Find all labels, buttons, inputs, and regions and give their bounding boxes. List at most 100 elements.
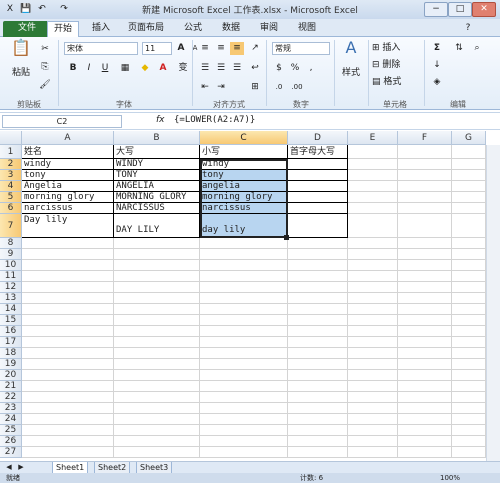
cell-e17[interactable]	[348, 337, 398, 348]
cell-c2[interactable]: windy	[200, 159, 288, 170]
tab-review[interactable]: 审阅	[254, 21, 284, 37]
cell-f22[interactable]	[398, 392, 452, 403]
cell-c21[interactable]	[200, 381, 288, 392]
cell-d1[interactable]: 首字母大写	[288, 145, 348, 159]
cell-b6[interactable]: NARCISSUS	[114, 203, 200, 214]
cell-f24[interactable]	[398, 414, 452, 425]
cell-d24[interactable]	[288, 414, 348, 425]
cell-b18[interactable]	[114, 348, 200, 359]
cell-f23[interactable]	[398, 403, 452, 414]
cell-d12[interactable]	[288, 282, 348, 293]
cell-e8[interactable]	[348, 238, 398, 249]
cell-c5[interactable]: morning glory	[200, 192, 288, 203]
cell-e2[interactable]	[348, 159, 398, 170]
cell-b5[interactable]: MORNING GLORY	[114, 192, 200, 203]
cell-a17[interactable]	[22, 337, 114, 348]
cell-a24[interactable]	[22, 414, 114, 425]
row-header-24[interactable]: 24	[0, 414, 22, 425]
styles-button[interactable]: 样式	[336, 67, 366, 80]
merge-center-icon[interactable]: ⊞	[248, 81, 262, 94]
row-header-10[interactable]: 10	[0, 260, 22, 271]
row-header-18[interactable]: 18	[0, 348, 22, 359]
cell-e27[interactable]	[348, 447, 398, 458]
wrap-text-icon[interactable]: ↩	[248, 62, 262, 75]
align-middle-icon[interactable]: ≡	[214, 42, 228, 55]
col-header-d[interactable]: D	[288, 131, 348, 145]
font-name-select[interactable]: 宋体	[64, 42, 138, 55]
tab-formulas[interactable]: 公式	[178, 21, 208, 37]
cell-b11[interactable]	[114, 271, 200, 282]
cell-c22[interactable]	[200, 392, 288, 403]
minimize-button[interactable]: −	[424, 2, 448, 17]
row-header-22[interactable]: 22	[0, 392, 22, 403]
increase-decimal-icon[interactable]: .0	[272, 81, 286, 94]
vertical-scrollbar[interactable]	[486, 145, 500, 461]
cell-c7[interactable]: day lily	[200, 214, 288, 238]
cut-icon[interactable]: ✂	[38, 43, 52, 56]
cell-a21[interactable]	[22, 381, 114, 392]
percent-button[interactable]: %	[288, 62, 302, 75]
cell-f4[interactable]	[398, 181, 452, 192]
cell-e6[interactable]	[348, 203, 398, 214]
cell-g12[interactable]	[452, 282, 486, 293]
cell-a14[interactable]	[22, 304, 114, 315]
grow-font-button[interactable]: A	[174, 42, 188, 55]
col-header-e[interactable]: E	[348, 131, 398, 145]
sort-filter-icon[interactable]: ⇅	[452, 42, 466, 55]
cell-b19[interactable]	[114, 359, 200, 370]
cell-g2[interactable]	[452, 159, 486, 170]
cell-d27[interactable]	[288, 447, 348, 458]
row-header-3[interactable]: 3	[0, 170, 22, 181]
row-header-8[interactable]: 8	[0, 238, 22, 249]
cell-f11[interactable]	[398, 271, 452, 282]
cell-a9[interactable]	[22, 249, 114, 260]
col-header-f[interactable]: F	[398, 131, 452, 145]
cell-d17[interactable]	[288, 337, 348, 348]
row-header-17[interactable]: 17	[0, 337, 22, 348]
cell-c1[interactable]: 小写	[200, 145, 288, 159]
cell-e16[interactable]	[348, 326, 398, 337]
cell-d7[interactable]	[288, 214, 348, 238]
cell-d16[interactable]	[288, 326, 348, 337]
row-header-5[interactable]: 5	[0, 192, 22, 203]
orientation-icon[interactable]: ↗	[248, 42, 262, 55]
cell-c3[interactable]: tony	[200, 170, 288, 181]
cell-c27[interactable]	[200, 447, 288, 458]
cell-f27[interactable]	[398, 447, 452, 458]
cell-d13[interactable]	[288, 293, 348, 304]
cell-a23[interactable]	[22, 403, 114, 414]
cell-g7[interactable]	[452, 214, 486, 238]
cell-g9[interactable]	[452, 249, 486, 260]
cell-c26[interactable]	[200, 436, 288, 447]
cell-f9[interactable]	[398, 249, 452, 260]
cell-b7[interactable]: DAY LILY	[114, 214, 200, 238]
cell-a16[interactable]	[22, 326, 114, 337]
cell-c15[interactable]	[200, 315, 288, 326]
insert-function-button[interactable]: fx	[156, 115, 165, 125]
cell-e25[interactable]	[348, 425, 398, 436]
cell-f25[interactable]	[398, 425, 452, 436]
tab-view[interactable]: 视图	[292, 21, 322, 37]
font-color-button[interactable]: A	[156, 62, 170, 75]
cell-g14[interactable]	[452, 304, 486, 315]
copy-icon[interactable]: ⎘	[38, 61, 52, 74]
cell-e13[interactable]	[348, 293, 398, 304]
fill-button[interactable]: ↓	[430, 59, 444, 72]
close-button[interactable]: ✕	[472, 2, 496, 17]
cell-c20[interactable]	[200, 370, 288, 381]
cell-g13[interactable]	[452, 293, 486, 304]
select-all-corner[interactable]	[0, 131, 22, 145]
tab-file[interactable]: 文件	[3, 21, 51, 37]
cell-f15[interactable]	[398, 315, 452, 326]
cell-g18[interactable]	[452, 348, 486, 359]
cell-e5[interactable]	[348, 192, 398, 203]
cell-c25[interactable]	[200, 425, 288, 436]
row-header-14[interactable]: 14	[0, 304, 22, 315]
cell-b16[interactable]	[114, 326, 200, 337]
align-right-icon[interactable]: ☰	[230, 62, 244, 75]
cell-e18[interactable]	[348, 348, 398, 359]
format-painter-icon[interactable]: 🖌	[38, 79, 52, 92]
cell-g22[interactable]	[452, 392, 486, 403]
cell-c18[interactable]	[200, 348, 288, 359]
cell-b10[interactable]	[114, 260, 200, 271]
